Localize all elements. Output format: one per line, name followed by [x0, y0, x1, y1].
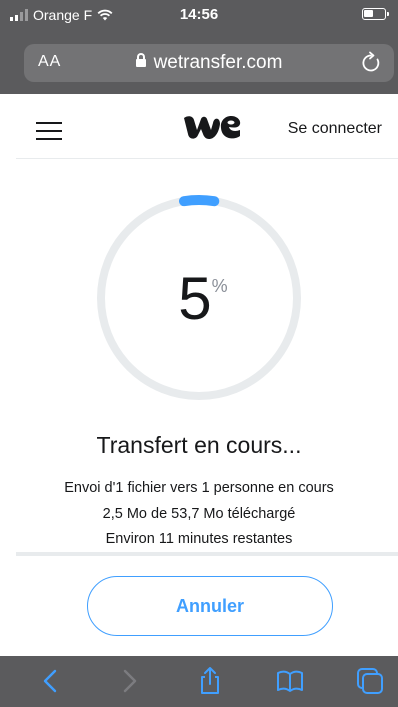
- status-bar: Orange F 14:56: [0, 0, 398, 30]
- transfer-recipients: Envoi d'1 fichier vers 1 personne en cou…: [64, 480, 334, 496]
- battery-icon: [362, 8, 389, 20]
- menu-icon[interactable]: [36, 122, 62, 140]
- lock-icon: [135, 53, 146, 67]
- header-divider: [16, 158, 398, 159]
- signin-link[interactable]: Se connecter: [288, 120, 382, 138]
- bookmarks-icon[interactable]: [275, 666, 305, 696]
- cancel-button[interactable]: Annuler: [87, 576, 333, 636]
- progress-percent: 5%: [0, 264, 398, 333]
- reload-icon[interactable]: [358, 50, 384, 76]
- forward-icon[interactable]: [114, 666, 144, 696]
- transfer-size: 2,5 Mo de 53,7 Mo téléchargé: [102, 506, 296, 522]
- browser-toolbar: [0, 656, 398, 707]
- tabs-icon[interactable]: [355, 666, 385, 696]
- transfer-title: Transfert en cours...: [96, 432, 302, 458]
- domain-text: wetransfer.com: [153, 52, 283, 73]
- share-icon[interactable]: [195, 666, 225, 696]
- transfer-remaining: Environ 11 minutes restantes: [105, 531, 293, 547]
- back-icon[interactable]: [36, 666, 66, 696]
- site-header: Se connecter: [0, 94, 398, 158]
- browser-chrome: AA wetransfer.com: [0, 30, 398, 94]
- progress-value: 5: [178, 265, 212, 332]
- wetransfer-logo[interactable]: [182, 112, 242, 142]
- percent-unit: %: [211, 276, 228, 296]
- url-display[interactable]: wetransfer.com: [24, 52, 394, 74]
- clock: 14:56: [179, 6, 219, 23]
- content-divider: [16, 552, 398, 556]
- address-bar[interactable]: AA wetransfer.com: [24, 44, 394, 82]
